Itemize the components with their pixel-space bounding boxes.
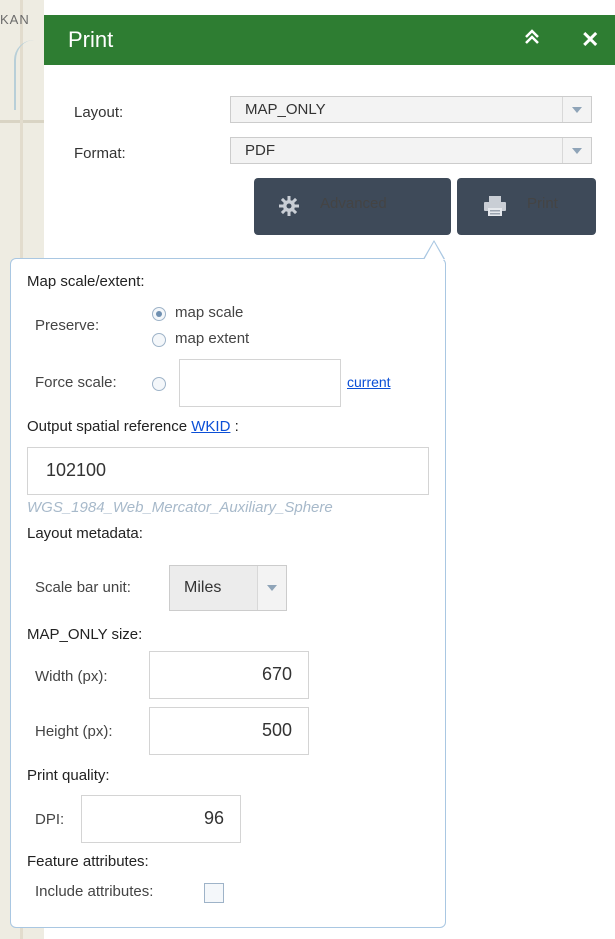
height-input[interactable]: 500 (149, 707, 309, 755)
format-label: Format: (74, 145, 126, 162)
layout-dropdown-arrow[interactable] (562, 97, 591, 122)
map-scale-extent-title: Map scale/extent: (27, 273, 145, 290)
print-quality-title: Print quality: (27, 767, 110, 784)
preserve-label: Preserve: (35, 317, 100, 334)
include-attributes-checkbox[interactable] (204, 883, 224, 903)
advanced-button[interactable]: Advanced (254, 178, 451, 235)
layout-metadata-title: Layout metadata: (27, 525, 143, 542)
printer-icon (483, 195, 507, 223)
print-button-label: Print (527, 195, 558, 212)
output-srs-suffix: : (234, 418, 239, 435)
width-value: 670 (261, 664, 292, 684)
format-value: PDF (245, 142, 275, 159)
map-place-label: KAN (0, 12, 30, 27)
chevron-down-icon (267, 585, 277, 591)
map-extent-label[interactable]: map extent (175, 330, 249, 347)
scale-bar-unit-select[interactable]: Miles (169, 565, 287, 611)
include-attributes-label: Include attributes: (35, 883, 154, 900)
scale-bar-dropdown-arrow[interactable] (257, 566, 286, 610)
wkid-link[interactable]: WKID (191, 418, 230, 435)
wkid-value: 102100 (46, 460, 107, 480)
dpi-input[interactable]: 96 (81, 795, 241, 843)
format-select[interactable]: PDF (230, 137, 592, 164)
layout-value: MAP_ONLY (245, 101, 326, 118)
output-srs-prefix: Output spatial reference (27, 418, 188, 435)
dpi-value: 96 (203, 808, 224, 828)
width-input[interactable]: 670 (149, 651, 309, 699)
panel-header: Print ✕ (44, 15, 615, 65)
advanced-settings-popover: Map scale/extent: Preserve: map scale ma… (10, 258, 446, 928)
chevron-down-icon (572, 107, 582, 113)
force-scale-radio[interactable] (152, 377, 166, 391)
print-button[interactable]: Print (457, 178, 596, 235)
current-scale-link[interactable]: current (347, 374, 391, 390)
double-chevron-up-icon[interactable] (522, 27, 542, 53)
chevron-down-icon (572, 148, 582, 154)
panel-title: Print (68, 27, 114, 52)
layout-label: Layout: (74, 104, 124, 121)
map-scale-radio[interactable] (152, 307, 166, 321)
map-scale-label[interactable]: map scale (175, 304, 243, 321)
gear-icon (278, 195, 300, 223)
wkid-name-hint: WGS_1984_Web_Mercator_Auxiliary_Sphere (27, 499, 333, 516)
force-scale-label: Force scale: (35, 374, 117, 391)
height-value: 500 (261, 720, 292, 740)
advanced-button-label: Advanced (320, 195, 387, 212)
popover-pointer-fill (424, 242, 444, 260)
force-scale-input[interactable] (179, 359, 341, 407)
height-label: Height (px): (35, 723, 113, 740)
wkid-input[interactable]: 102100 (27, 447, 429, 495)
map-extent-radio[interactable] (152, 333, 166, 347)
scale-bar-unit-label: Scale bar unit: (35, 579, 131, 596)
width-label: Width (px): (35, 668, 108, 685)
map-only-size-title: MAP_ONLY size: (27, 626, 143, 643)
dpi-label: DPI: (35, 811, 65, 828)
output-srs-title: Output spatial reference WKID : (27, 418, 239, 435)
scale-bar-unit-value: Miles (184, 579, 222, 596)
close-icon[interactable]: ✕ (581, 27, 599, 53)
format-dropdown-arrow[interactable] (562, 138, 591, 163)
feature-attributes-title: Feature attributes: (27, 853, 149, 870)
layout-select[interactable]: MAP_ONLY (230, 96, 592, 123)
